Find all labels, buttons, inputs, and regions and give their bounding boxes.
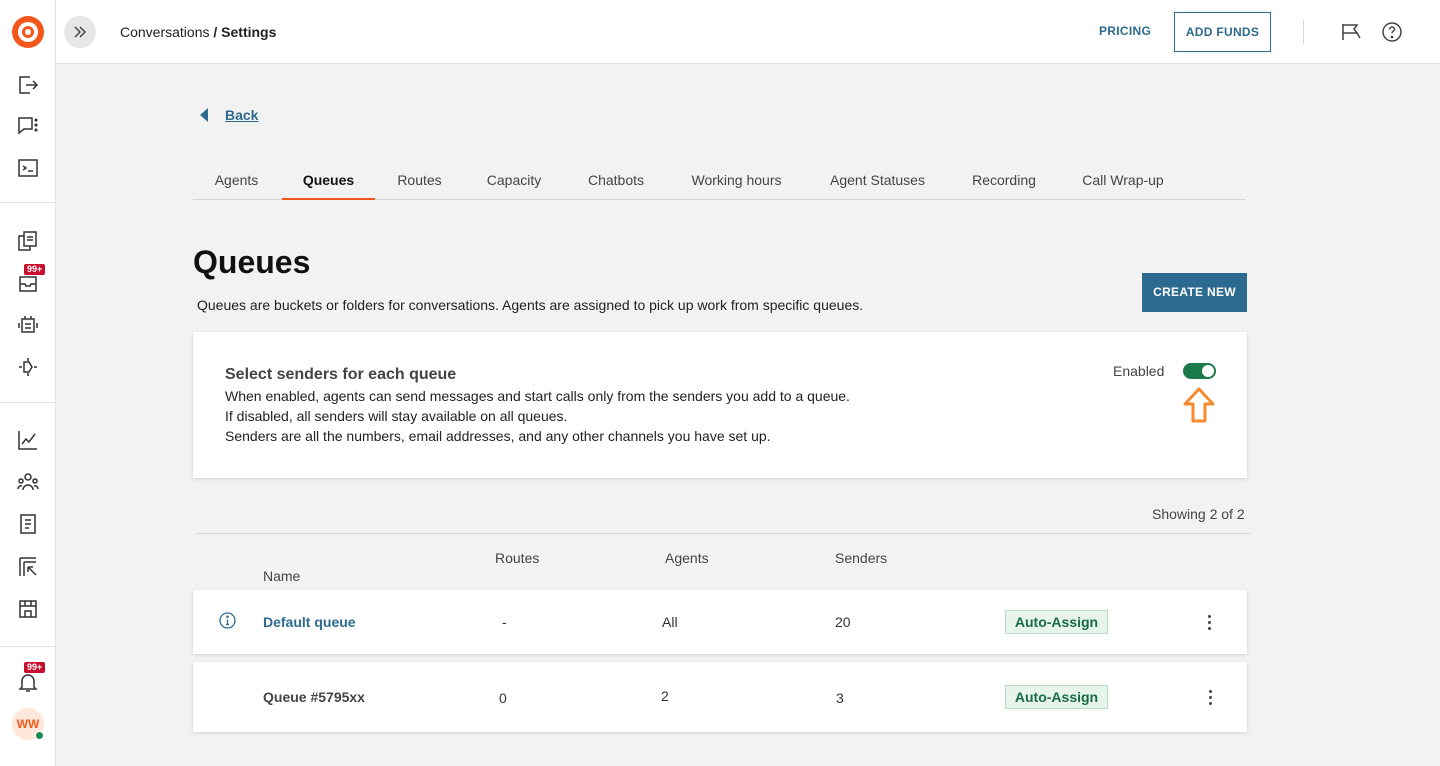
sidebar-divider xyxy=(0,202,56,203)
senders-card-line: If disabled, all senders will stay avail… xyxy=(225,408,568,424)
queue-senders: 20 xyxy=(835,614,851,630)
notifications-badge: 99+ xyxy=(24,662,46,673)
senders-card-title: Select senders for each queue xyxy=(225,366,457,383)
page-description: Queues are buckets or folders for conver… xyxy=(197,297,864,313)
bell-icon[interactable] xyxy=(16,670,40,694)
arrow-up-icon xyxy=(1183,387,1215,423)
tab-routes[interactable]: Routes xyxy=(377,160,462,200)
help-icon[interactable] xyxy=(1380,20,1404,44)
tab-queues[interactable]: Queues xyxy=(282,160,375,200)
queue-name-link[interactable]: Default queue xyxy=(263,614,356,630)
senders-toggle[interactable] xyxy=(1183,363,1216,379)
logo-icon[interactable] xyxy=(12,16,44,48)
queue-name[interactable]: Queue #5795xx xyxy=(263,689,365,705)
create-new-button[interactable]: CREATE NEW xyxy=(1142,273,1247,312)
sidebar-divider xyxy=(0,646,56,647)
tab-working-hours[interactable]: Working hours xyxy=(669,160,804,200)
announcement-icon[interactable] xyxy=(1340,20,1364,44)
breadcrumb-current: Settings xyxy=(221,24,277,40)
inbox-badge: 99+ xyxy=(24,264,46,275)
exit-icon[interactable] xyxy=(16,73,40,97)
auto-assign-badge: Auto-Assign xyxy=(1005,610,1108,634)
page-title: Queues xyxy=(193,244,311,280)
back-label: Back xyxy=(225,107,259,123)
expand-sidebar-button[interactable] xyxy=(64,16,96,48)
documents-icon[interactable] xyxy=(16,229,40,253)
breadcrumb-parent[interactable]: Conversations xyxy=(120,24,210,40)
back-link[interactable]: Back xyxy=(200,107,258,123)
back-arrow-icon xyxy=(200,108,208,122)
bot-icon[interactable] xyxy=(16,313,40,337)
table-divider xyxy=(197,533,1250,534)
results-count: Showing 2 of 2 xyxy=(1152,506,1245,522)
pricing-link[interactable]: PRICING xyxy=(1099,24,1151,38)
flow-icon[interactable] xyxy=(16,355,40,379)
column-header-senders[interactable]: Senders xyxy=(835,550,887,566)
table-row[interactable]: Queue #5795xx 0 2 3 Auto-Assign xyxy=(193,662,1247,732)
analytics-icon[interactable] xyxy=(16,428,40,452)
senders-settings-card: Select senders for each queue When enabl… xyxy=(193,332,1247,478)
tab-recording[interactable]: Recording xyxy=(951,160,1057,200)
add-funds-button[interactable]: ADD FUNDS xyxy=(1174,12,1271,52)
settings-tabs: Agents Queues Routes Capacity Chatbots W… xyxy=(193,160,1246,200)
queue-senders: 3 xyxy=(836,690,844,706)
column-header-name[interactable]: Name xyxy=(263,568,300,584)
breadcrumb: Conversations / Settings xyxy=(120,24,276,40)
top-header: Conversations / Settings PRICING ADD FUN… xyxy=(56,0,1440,64)
senders-card-line: When enabled, agents can send messages a… xyxy=(225,388,850,404)
table-row[interactable]: Default queue - All 20 Auto-Assign xyxy=(193,590,1247,654)
column-header-agents[interactable]: Agents xyxy=(665,550,709,566)
terminal-icon[interactable] xyxy=(16,156,40,180)
people-icon[interactable] xyxy=(16,470,40,494)
tab-chatbots[interactable]: Chatbots xyxy=(566,160,666,200)
sidebar-divider xyxy=(0,402,56,403)
row-actions-kebab-icon[interactable] xyxy=(1202,687,1218,707)
auto-assign-badge: Auto-Assign xyxy=(1005,685,1108,709)
row-actions-kebab-icon[interactable] xyxy=(1201,612,1217,632)
tab-agents[interactable]: Agents xyxy=(193,160,280,200)
tab-capacity[interactable]: Capacity xyxy=(465,160,563,200)
info-icon[interactable] xyxy=(219,612,236,629)
sidebar: 99+ 99+ WW xyxy=(0,0,56,766)
tab-call-wrap-up[interactable]: Call Wrap-up xyxy=(1060,160,1186,200)
queue-routes: - xyxy=(502,614,507,630)
queue-routes: 0 xyxy=(499,690,507,706)
column-header-routes[interactable]: Routes xyxy=(495,550,539,566)
breadcrumb-separator: / xyxy=(209,24,222,40)
toggle-label: Enabled xyxy=(1113,363,1165,379)
header-divider xyxy=(1303,20,1304,44)
queue-agents: 2 xyxy=(661,688,669,704)
online-status-dot xyxy=(35,731,44,740)
campaign-icon[interactable] xyxy=(16,555,40,579)
tab-agent-statuses[interactable]: Agent Statuses xyxy=(807,160,948,200)
senders-card-line: Senders are all the numbers, email addre… xyxy=(225,428,771,444)
double-chevron-right-icon xyxy=(74,26,87,38)
chat-icon[interactable] xyxy=(16,114,40,138)
store-icon[interactable] xyxy=(16,597,40,621)
queue-agents: All xyxy=(662,614,678,630)
toggle-knob xyxy=(1202,365,1214,377)
notebook-icon[interactable] xyxy=(16,512,40,536)
